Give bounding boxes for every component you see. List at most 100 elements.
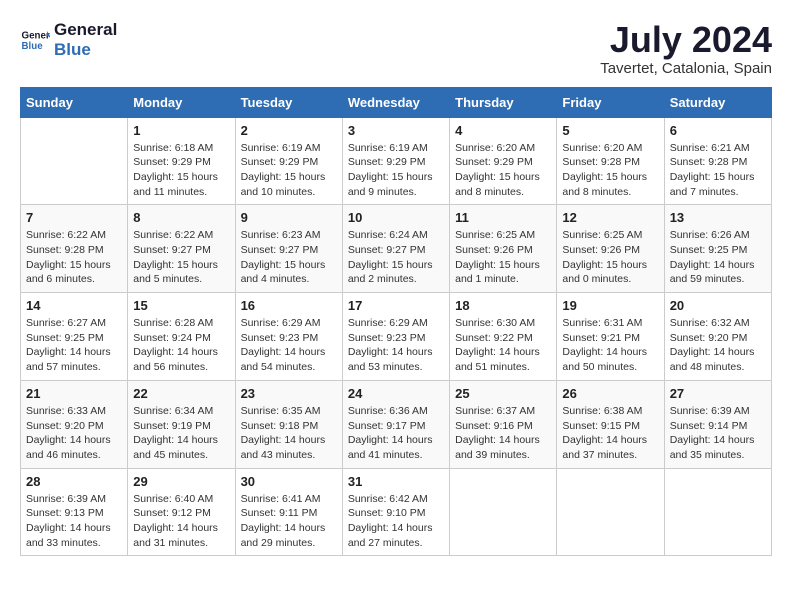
day-number: 12 [562,210,658,225]
sunrise-text: Sunrise: 6:28 AM [133,317,213,329]
daylight-text: Daylight: 15 hours and 11 minutes. [133,171,218,198]
day-info: Sunrise: 6:38 AM Sunset: 9:15 PM Dayligh… [562,404,658,463]
sunset-text: Sunset: 9:24 PM [133,332,211,344]
sunrise-text: Sunrise: 6:21 AM [670,142,750,154]
sunrise-text: Sunrise: 6:30 AM [455,317,535,329]
sunrise-text: Sunrise: 6:31 AM [562,317,642,329]
weekday-header-thursday: Thursday [450,87,557,117]
sunset-text: Sunset: 9:13 PM [26,507,104,519]
day-number: 15 [133,298,229,313]
day-info: Sunrise: 6:27 AM Sunset: 9:25 PM Dayligh… [26,316,122,375]
sunset-text: Sunset: 9:25 PM [670,244,748,256]
day-number: 24 [348,386,444,401]
sunset-text: Sunset: 9:20 PM [670,332,748,344]
daylight-text: Daylight: 14 hours and 56 minutes. [133,346,218,373]
page-header: General Blue General Blue July 2024 Tave… [20,20,772,77]
day-number: 3 [348,123,444,138]
calendar-cell: 4 Sunrise: 6:20 AM Sunset: 9:29 PM Dayli… [450,117,557,205]
day-number: 6 [670,123,766,138]
sunset-text: Sunset: 9:11 PM [241,507,318,519]
sunset-text: Sunset: 9:16 PM [455,420,533,432]
logo-icon: General Blue [20,25,50,55]
day-number: 5 [562,123,658,138]
daylight-text: Daylight: 14 hours and 59 minutes. [670,259,755,286]
daylight-text: Daylight: 14 hours and 53 minutes. [348,346,433,373]
sunrise-text: Sunrise: 6:20 AM [455,142,535,154]
calendar-cell: 13 Sunrise: 6:26 AM Sunset: 9:25 PM Dayl… [664,205,771,293]
sunset-text: Sunset: 9:26 PM [562,244,640,256]
sunrise-text: Sunrise: 6:19 AM [241,142,321,154]
daylight-text: Daylight: 14 hours and 37 minutes. [562,434,647,461]
sunset-text: Sunset: 9:29 PM [241,156,319,168]
day-info: Sunrise: 6:25 AM Sunset: 9:26 PM Dayligh… [562,228,658,287]
sunrise-text: Sunrise: 6:20 AM [562,142,642,154]
weekday-header-sunday: Sunday [21,87,128,117]
sunrise-text: Sunrise: 6:22 AM [133,229,213,241]
weekday-header-monday: Monday [128,87,235,117]
calendar-cell: 23 Sunrise: 6:35 AM Sunset: 9:18 PM Dayl… [235,380,342,468]
sunset-text: Sunset: 9:29 PM [455,156,533,168]
calendar-cell: 7 Sunrise: 6:22 AM Sunset: 9:28 PM Dayli… [21,205,128,293]
sunrise-text: Sunrise: 6:34 AM [133,405,213,417]
day-info: Sunrise: 6:25 AM Sunset: 9:26 PM Dayligh… [455,228,551,287]
sunset-text: Sunset: 9:22 PM [455,332,533,344]
calendar-cell: 11 Sunrise: 6:25 AM Sunset: 9:26 PM Dayl… [450,205,557,293]
day-number: 1 [133,123,229,138]
calendar-cell: 31 Sunrise: 6:42 AM Sunset: 9:10 PM Dayl… [342,468,449,556]
daylight-text: Daylight: 14 hours and 45 minutes. [133,434,218,461]
day-info: Sunrise: 6:37 AM Sunset: 9:16 PM Dayligh… [455,404,551,463]
day-number: 23 [241,386,337,401]
day-info: Sunrise: 6:35 AM Sunset: 9:18 PM Dayligh… [241,404,337,463]
calendar-cell: 28 Sunrise: 6:39 AM Sunset: 9:13 PM Dayl… [21,468,128,556]
day-number: 4 [455,123,551,138]
daylight-text: Daylight: 15 hours and 6 minutes. [26,259,111,286]
day-number: 21 [26,386,122,401]
daylight-text: Daylight: 14 hours and 50 minutes. [562,346,647,373]
sunrise-text: Sunrise: 6:27 AM [26,317,106,329]
daylight-text: Daylight: 15 hours and 9 minutes. [348,171,433,198]
daylight-text: Daylight: 14 hours and 31 minutes. [133,522,218,549]
daylight-text: Daylight: 15 hours and 8 minutes. [562,171,647,198]
sunrise-text: Sunrise: 6:32 AM [670,317,750,329]
sunset-text: Sunset: 9:17 PM [348,420,426,432]
weekday-header-friday: Friday [557,87,664,117]
calendar-cell: 17 Sunrise: 6:29 AM Sunset: 9:23 PM Dayl… [342,293,449,381]
sunset-text: Sunset: 9:14 PM [670,420,748,432]
daylight-text: Daylight: 15 hours and 4 minutes. [241,259,326,286]
day-info: Sunrise: 6:33 AM Sunset: 9:20 PM Dayligh… [26,404,122,463]
day-number: 29 [133,474,229,489]
daylight-text: Daylight: 14 hours and 46 minutes. [26,434,111,461]
calendar-cell: 25 Sunrise: 6:37 AM Sunset: 9:16 PM Dayl… [450,380,557,468]
day-info: Sunrise: 6:36 AM Sunset: 9:17 PM Dayligh… [348,404,444,463]
sunset-text: Sunset: 9:28 PM [26,244,104,256]
day-info: Sunrise: 6:28 AM Sunset: 9:24 PM Dayligh… [133,316,229,375]
day-info: Sunrise: 6:42 AM Sunset: 9:10 PM Dayligh… [348,492,444,551]
daylight-text: Daylight: 14 hours and 29 minutes. [241,522,326,549]
day-info: Sunrise: 6:30 AM Sunset: 9:22 PM Dayligh… [455,316,551,375]
sunset-text: Sunset: 9:26 PM [455,244,533,256]
day-number: 27 [670,386,766,401]
sunrise-text: Sunrise: 6:24 AM [348,229,428,241]
daylight-text: Daylight: 14 hours and 27 minutes. [348,522,433,549]
sunset-text: Sunset: 9:27 PM [348,244,426,256]
day-number: 30 [241,474,337,489]
sunset-text: Sunset: 9:23 PM [348,332,426,344]
calendar-cell: 30 Sunrise: 6:41 AM Sunset: 9:11 PM Dayl… [235,468,342,556]
weekday-header-saturday: Saturday [664,87,771,117]
daylight-text: Daylight: 15 hours and 0 minutes. [562,259,647,286]
daylight-text: Daylight: 15 hours and 5 minutes. [133,259,218,286]
calendar-cell: 16 Sunrise: 6:29 AM Sunset: 9:23 PM Dayl… [235,293,342,381]
day-number: 22 [133,386,229,401]
calendar-cell [664,468,771,556]
day-info: Sunrise: 6:20 AM Sunset: 9:29 PM Dayligh… [455,141,551,200]
daylight-text: Daylight: 15 hours and 2 minutes. [348,259,433,286]
day-number: 11 [455,210,551,225]
daylight-text: Daylight: 15 hours and 1 minute. [455,259,540,286]
weekday-header-tuesday: Tuesday [235,87,342,117]
month-year: July 2024 [600,20,772,60]
day-info: Sunrise: 6:22 AM Sunset: 9:28 PM Dayligh… [26,228,122,287]
sunrise-text: Sunrise: 6:42 AM [348,493,428,505]
day-number: 25 [455,386,551,401]
calendar-cell: 5 Sunrise: 6:20 AM Sunset: 9:28 PM Dayli… [557,117,664,205]
sunrise-text: Sunrise: 6:33 AM [26,405,106,417]
